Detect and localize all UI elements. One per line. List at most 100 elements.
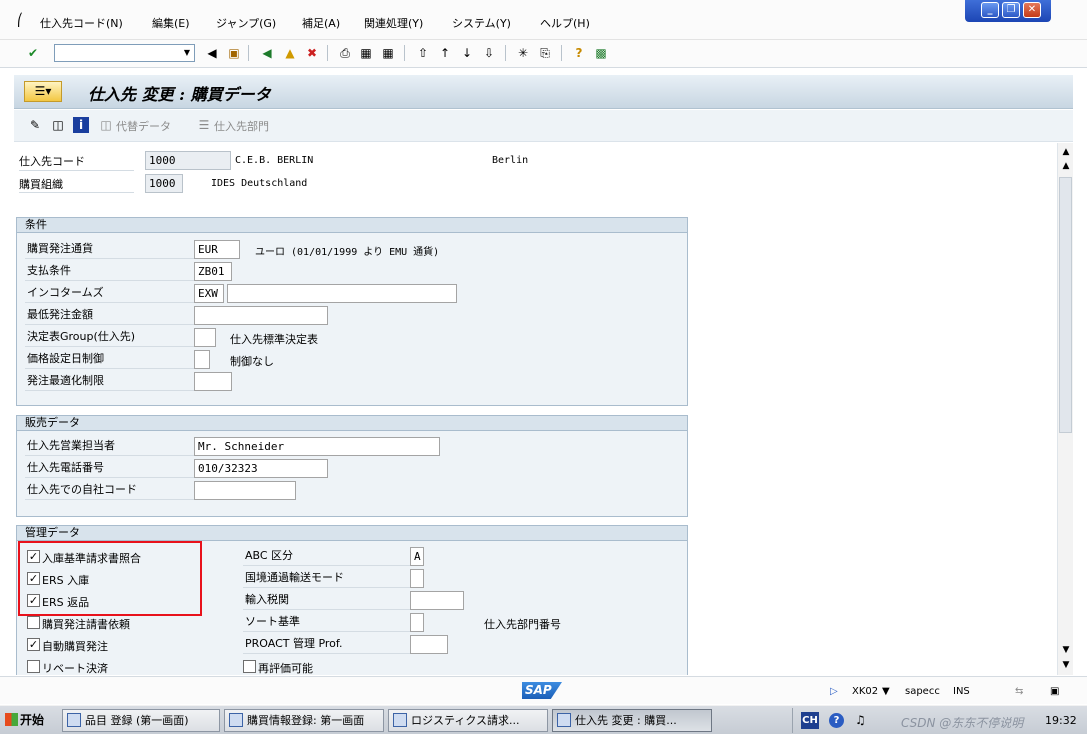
incoterms2-field[interactable] — [227, 284, 457, 303]
new-session-icon[interactable]: ✳ — [515, 45, 531, 61]
help-icon[interactable]: ? — [829, 713, 844, 728]
minimize-icon[interactable]: _ — [981, 2, 999, 18]
separator — [327, 45, 328, 61]
print-icon[interactable]: ⎙ — [337, 45, 353, 61]
transport-label: 国境通過輸送モード — [243, 568, 411, 588]
transport-field[interactable] — [410, 569, 424, 588]
cancel-icon[interactable]: ✖ — [304, 45, 320, 61]
salesperson-field[interactable]: Mr. Schneider — [194, 437, 440, 456]
menu-goto[interactable]: ジャンプ(G) — [216, 15, 276, 31]
task-purch-info[interactable]: 購買情報登録: 第一画面 — [224, 709, 384, 732]
menu-vendor[interactable]: 仕入先コード(N) — [40, 15, 123, 31]
sales-group: 販売データ 仕入先営業担当者 Mr. Schneider 仕入先電話番号 010… — [16, 415, 688, 517]
shortcut-icon[interactable]: ⎘ — [537, 45, 553, 61]
scroll-page-up-icon[interactable]: ▲ — [1059, 159, 1073, 173]
pricing-label: 価格設定日制御 — [25, 349, 195, 369]
auto-po-checkbox[interactable]: ✓ — [27, 638, 40, 651]
schema-field[interactable] — [194, 328, 216, 347]
menu-environment[interactable]: 関連処理(Y) — [364, 15, 423, 31]
menu-edit[interactable]: 編集(E) — [152, 15, 190, 31]
currency-field[interactable]: EUR — [194, 240, 240, 259]
abc-field[interactable]: A — [410, 547, 424, 566]
exit-icon[interactable]: ▲ — [282, 45, 298, 61]
scroll-page-down-icon[interactable]: ▼ — [1059, 643, 1073, 657]
start-button[interactable]: 开始 — [2, 709, 52, 732]
purch-org-name: IDES Deutschland — [211, 178, 308, 189]
control-title: 管理データ — [17, 526, 687, 541]
incoterms-label: インコタームズ — [25, 283, 195, 303]
scroll-thumb[interactable] — [1059, 177, 1072, 433]
task-vendor-change[interactable]: 仕入先 変更 : 購買... — [552, 709, 712, 732]
window-icon — [229, 713, 243, 727]
command-field[interactable]: ▼ — [54, 44, 195, 62]
purch-org-field: 1000 — [145, 174, 183, 193]
speaker-icon[interactable]: ♫ — [855, 713, 866, 727]
proact-field[interactable] — [410, 635, 448, 654]
tcode-text: XK02 — [852, 686, 879, 697]
scroll-up-icon[interactable]: ▲ — [1059, 145, 1073, 159]
info-icon[interactable]: i — [73, 117, 89, 133]
org-chart-icon: ☰ — [198, 118, 210, 132]
rebate-checkbox[interactable] — [27, 660, 40, 673]
acct-field[interactable] — [194, 481, 296, 500]
currency-label: 購買発注通貨 — [25, 239, 195, 259]
window-icon — [67, 713, 81, 727]
min-order-field[interactable] — [194, 306, 328, 325]
incoterms-field[interactable]: EXW — [194, 284, 224, 303]
vendor-name: C.E.B. BERLIN — [235, 155, 314, 166]
menu-bar: ⎛ 仕入先コード(N) 編集(E) ジャンプ(G) 補足(A) 関連処理(Y) … — [0, 0, 1087, 40]
status-toggle-icon[interactable]: ▷ — [830, 686, 838, 697]
task-material[interactable]: 品目 登録 (第一画面) — [62, 709, 220, 732]
pricing-field[interactable] — [194, 350, 210, 369]
title-menu-icon[interactable]: ☰▾ — [24, 81, 62, 102]
back-icon[interactable]: ◀ — [259, 45, 275, 61]
alt-data-button[interactable]: 代替データ — [116, 118, 171, 134]
system-toolbar: ✔ ▼ ◀ ▣ ◀ ▲ ✖ ⎙ ▦ ▦ ⇧ ↑ ↓ ⇩ ✳ ⎘ ? ▩ — [0, 40, 1087, 68]
vendor-dept-button[interactable]: 仕入先部門 — [214, 118, 269, 134]
page-title: 仕入先 変更 : 購買データ — [88, 85, 271, 104]
display-change-icon[interactable]: ✎ — [27, 117, 43, 133]
enter-check-icon[interactable]: ✔ — [25, 45, 41, 61]
sort-field[interactable] — [410, 613, 424, 632]
vertical-scrollbar[interactable]: ▲ ▲ ▼ ▼ — [1057, 143, 1073, 675]
system-menu-icon[interactable]: ⎛ — [12, 12, 28, 28]
conditions-title: 条件 — [17, 218, 687, 233]
menu-extras[interactable]: 補足(A) — [302, 15, 340, 31]
save-icon[interactable]: ▣ — [226, 45, 242, 61]
work-area: 仕入先コード 1000 C.E.B. BERLIN Berlin 購買組織 10… — [14, 143, 1056, 675]
restore-icon[interactable]: ❐ — [1002, 2, 1020, 18]
chevron-down-icon[interactable]: ▼ — [180, 45, 194, 61]
first-page-icon[interactable]: ⇧ — [415, 45, 431, 61]
windows-logo-icon — [5, 713, 18, 726]
language-indicator[interactable]: CH — [801, 712, 819, 729]
highlight-annotation — [18, 541, 202, 616]
window-icon — [393, 713, 407, 727]
task-logistics[interactable]: ロジスティクス請求... — [388, 709, 548, 732]
schema-label: 決定表Group(仕入先) — [25, 327, 195, 347]
layout-menu-icon[interactable]: ▩ — [593, 45, 609, 61]
next-page-icon[interactable]: ↓ — [459, 45, 475, 61]
proact-label: PROACT 管理 Prof. — [243, 634, 411, 654]
customs-field[interactable] — [410, 591, 464, 610]
reval-checkbox[interactable] — [243, 660, 256, 673]
close-icon[interactable]: ✕ — [1023, 2, 1041, 18]
find-next-icon[interactable]: ▦ — [380, 45, 396, 61]
menu-system[interactable]: システム(Y) — [452, 15, 511, 31]
abc-label: ABC 区分 — [243, 546, 411, 566]
inv-req-checkbox[interactable] — [27, 616, 40, 629]
opt-field[interactable] — [194, 372, 232, 391]
scroll-down-icon[interactable]: ▼ — [1059, 658, 1073, 672]
phone-field[interactable]: 010/32323 — [194, 459, 328, 478]
other-vendor-icon[interactable]: ◫ — [50, 117, 66, 133]
min-order-label: 最低発注金額 — [25, 305, 195, 325]
menu-help[interactable]: ヘルプ(H) — [540, 15, 590, 31]
back-arrow-icon[interactable]: ◀ — [204, 45, 220, 61]
tcode-dropdown-icon[interactable]: ▼ — [882, 686, 890, 697]
opt-label: 発注最適化制限 — [25, 371, 195, 391]
sap-logo: SAP — [522, 682, 562, 699]
help-icon[interactable]: ? — [571, 45, 587, 61]
find-icon[interactable]: ▦ — [358, 45, 374, 61]
last-page-icon[interactable]: ⇩ — [481, 45, 497, 61]
prev-page-icon[interactable]: ↑ — [437, 45, 453, 61]
payment-field[interactable]: ZB01 — [194, 262, 232, 281]
